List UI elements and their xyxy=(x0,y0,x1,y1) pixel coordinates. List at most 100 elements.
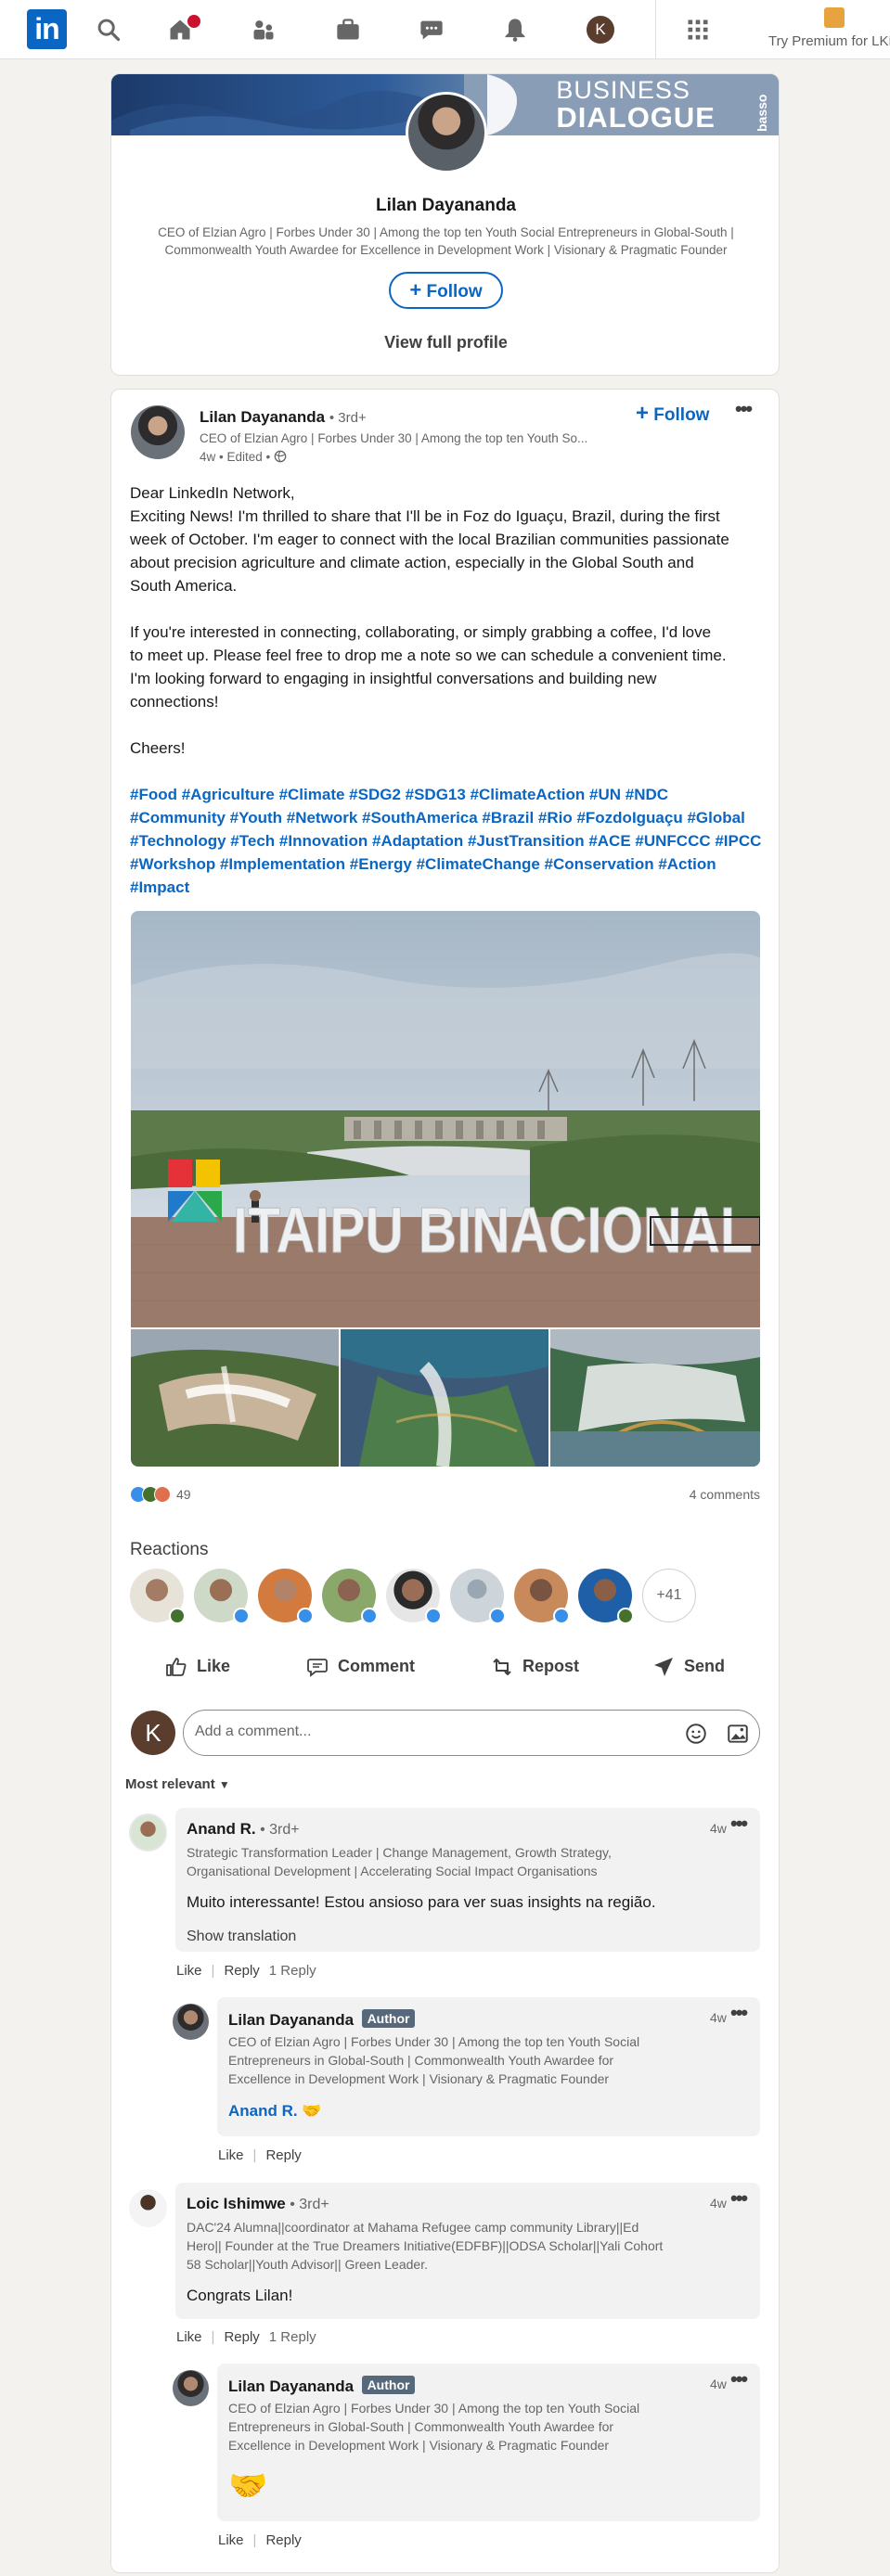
comment-author-degree: • 3rd+ xyxy=(290,2197,329,2212)
reactor-avatar[interactable] xyxy=(130,1569,186,1624)
top-nav: in K Try Premium for LKR xyxy=(0,0,890,59)
comment-replies-count[interactable]: 1 Reply xyxy=(269,2329,316,2345)
comment-like-button[interactable]: Like xyxy=(176,1963,202,1979)
author-badge: Author xyxy=(361,2009,416,2028)
notifications-icon[interactable] xyxy=(502,17,528,43)
jobs-icon[interactable] xyxy=(335,17,361,43)
comment-replies-count[interactable]: 1 Reply xyxy=(269,1963,316,1979)
commenter-avatar[interactable]: K xyxy=(131,1711,175,1755)
comment-avatar[interactable] xyxy=(129,2189,167,2227)
post-author-avatar[interactable] xyxy=(131,405,185,459)
profile-name[interactable]: Lilan Dayananda xyxy=(111,196,779,216)
send-button[interactable]: Send xyxy=(652,1644,725,1688)
comment-author-headline: DAC'24 Alumna||coordinator at Mahama Ref… xyxy=(187,2220,664,2272)
comment-time: 4w xyxy=(710,2196,727,2211)
post-photo-3[interactable] xyxy=(341,1329,548,1467)
like-icon xyxy=(166,1658,187,1677)
comment-bubble: Loic Ishimwe • 3rd+ 4w ••• DAC'24 Alumna… xyxy=(175,2183,760,2319)
apps-grid-icon[interactable] xyxy=(685,17,711,43)
post-meta: 4w • Edited • xyxy=(200,450,287,464)
comment-author-headline: Strategic Transformation Leader | Change… xyxy=(187,1845,612,1878)
itaipu-sign: ITAIPU BINACIONAL xyxy=(233,1194,753,1266)
profile-card: BUSINESS DIALOGUE basso Lilan Dayananda … xyxy=(110,73,780,376)
comment-time: 4w xyxy=(710,1821,727,1836)
banner-title: BUSINESS DIALOGUE xyxy=(556,76,716,134)
post-photo-2[interactable] xyxy=(131,1329,339,1467)
profile-follow-button[interactable]: + Follow xyxy=(389,272,503,309)
comment-actions: Like | Reply 1 Reply xyxy=(176,1963,316,1979)
comment-reply-button[interactable]: Reply xyxy=(224,1963,259,1979)
handshake-emoji: 🤝 xyxy=(302,2102,322,2120)
reply-author-name[interactable]: Lilan Dayananda xyxy=(228,2011,354,2029)
reply-like-button[interactable]: Like xyxy=(218,2147,244,2163)
reactor-avatar[interactable] xyxy=(194,1569,250,1624)
reply-actions: Like | Reply xyxy=(218,2147,302,2163)
post-more-menu-icon[interactable]: ••• xyxy=(735,397,753,421)
reply-reply-button[interactable]: Reply xyxy=(265,2532,301,2548)
show-translation-link[interactable]: Show translation xyxy=(187,1929,296,1945)
reply-like-button[interactable]: Like xyxy=(218,2532,244,2548)
caret-down-icon: ▼ xyxy=(218,1778,230,1791)
premium-icon[interactable] xyxy=(824,7,845,28)
reply-avatar[interactable] xyxy=(173,2004,209,2040)
comments-count[interactable]: 4 comments xyxy=(690,1487,760,1502)
post-follow-button[interactable]: + Follow xyxy=(636,401,709,427)
reply-more-icon[interactable]: ••• xyxy=(730,2367,748,2391)
reply-reply-button[interactable]: Reply xyxy=(265,2147,301,2163)
comment-author-name[interactable]: Anand R. xyxy=(187,1820,256,1838)
more-reactors-button[interactable]: +41 xyxy=(642,1569,696,1622)
profile-photo[interactable] xyxy=(406,92,487,173)
reply-author-headline: CEO of Elzian Agro | Forbes Under 30 | A… xyxy=(228,2401,640,2453)
reactor-avatar[interactable] xyxy=(450,1569,506,1624)
reactor-avatar[interactable] xyxy=(578,1569,634,1624)
post-author-headline: CEO of Elzian Agro | Forbes Under 30 | A… xyxy=(200,431,588,445)
linkedin-logo[interactable]: in xyxy=(27,9,67,49)
reply-actions: Like | Reply xyxy=(218,2532,302,2548)
handshake-emoji: 🤝 xyxy=(228,2468,268,2504)
reactor-avatar[interactable] xyxy=(322,1569,378,1624)
post-photo-4[interactable] xyxy=(550,1329,760,1467)
me-avatar[interactable]: K xyxy=(587,16,614,44)
comment-reply-button[interactable]: Reply xyxy=(224,2329,259,2345)
comment-author-name[interactable]: Loic Ishimwe xyxy=(187,2195,286,2212)
post-hashtags[interactable]: #Food #Agriculture #Climate #SDG2 #SDG13… xyxy=(130,783,761,899)
post-main-photo[interactable]: ITAIPU BINACIONAL xyxy=(131,911,760,1327)
reply-more-icon[interactable]: ••• xyxy=(730,2001,748,2025)
reply-time: 4w xyxy=(710,2010,727,2025)
post-card: Lilan Dayananda • 3rd+ CEO of Elzian Agr… xyxy=(110,389,780,2573)
comment-input[interactable]: Add a comment... xyxy=(183,1710,760,1756)
comment-input-placeholder: Add a comment... xyxy=(195,1724,312,1739)
reactor-avatar[interactable] xyxy=(258,1569,314,1624)
emoji-icon[interactable] xyxy=(684,1722,708,1746)
sort-dropdown[interactable]: Most relevant ▼ xyxy=(125,1776,230,1792)
comment-more-icon[interactable]: ••• xyxy=(730,1812,748,1836)
mention-link[interactable]: Anand R. xyxy=(228,2102,298,2120)
comment-icon xyxy=(307,1659,328,1678)
messaging-icon[interactable] xyxy=(419,17,445,43)
post-author-degree: • 3rd+ xyxy=(329,410,367,426)
post-author-name[interactable]: Lilan Dayananda xyxy=(200,408,325,426)
like-button[interactable]: Like xyxy=(165,1644,230,1688)
reply-author-headline: CEO of Elzian Agro | Forbes Under 30 | A… xyxy=(228,2034,640,2086)
notification-badge xyxy=(186,13,202,30)
image-icon[interactable] xyxy=(726,1722,750,1746)
author-badge: Author xyxy=(361,2376,416,2394)
comment-text: Muito interessante! Estou ansioso para v… xyxy=(187,1893,656,1911)
comment-button[interactable]: Comment xyxy=(306,1644,415,1688)
reactions-title: Reactions xyxy=(130,1540,209,1559)
comment-more-icon[interactable]: ••• xyxy=(730,2186,748,2211)
repost-button[interactable]: Repost xyxy=(491,1644,579,1688)
try-premium-link[interactable]: Try Premium for LKR xyxy=(768,33,890,49)
reply-author-name[interactable]: Lilan Dayananda xyxy=(228,2377,354,2395)
comment-avatar[interactable] xyxy=(129,1813,167,1852)
reactor-avatar[interactable] xyxy=(514,1569,570,1624)
comment-like-button[interactable]: Like xyxy=(176,2329,202,2345)
plus-icon: + xyxy=(409,278,422,301)
reply-avatar[interactable] xyxy=(173,2370,209,2406)
view-full-profile-link[interactable]: View full profile xyxy=(111,333,779,352)
search-icon[interactable] xyxy=(96,17,122,43)
network-icon[interactable] xyxy=(251,17,277,43)
send-icon xyxy=(654,1658,673,1677)
reactions-count[interactable]: 49 xyxy=(176,1487,191,1502)
reactor-avatar[interactable] xyxy=(386,1569,442,1624)
